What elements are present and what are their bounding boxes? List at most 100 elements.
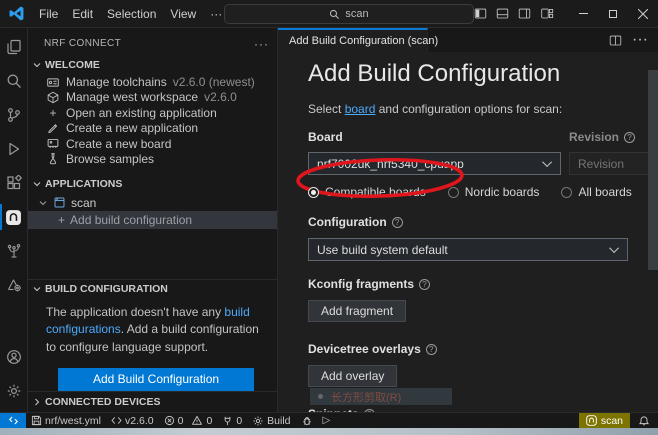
- application-scan[interactable]: scan: [28, 194, 277, 211]
- add-overlay-button[interactable]: Add overlay: [308, 365, 397, 387]
- title-bar: File Edit Selection View ··· ← → scan: [0, 0, 658, 28]
- help-icon[interactable]: [392, 217, 403, 228]
- menu-file[interactable]: File: [32, 4, 65, 24]
- board-icon: [46, 137, 60, 150]
- chevron-right-icon: [32, 397, 42, 407]
- welcome-open-existing-application[interactable]: + Open an existing application: [28, 105, 277, 120]
- board-filter-radios: Compatible boards Nordic boards All boar…: [308, 185, 658, 199]
- remote-indicator[interactable]: [0, 413, 26, 428]
- welcome-browse-samples[interactable]: Browse samples: [28, 151, 277, 166]
- toggle-secondary-sidebar-icon[interactable]: [518, 7, 531, 20]
- settings-gear-icon[interactable]: [0, 374, 28, 408]
- run-debug-icon[interactable]: [0, 132, 28, 166]
- accounts-icon[interactable]: [0, 340, 28, 374]
- menu-selection[interactable]: Selection: [100, 4, 163, 24]
- revision-label: Revision: [569, 130, 653, 144]
- serial-ports-item[interactable]: 0: [217, 413, 247, 428]
- notifications-bell[interactable]: [630, 415, 658, 427]
- add-fragment-button[interactable]: Add fragment: [308, 300, 406, 322]
- page-subtitle: Select board and configuration options f…: [308, 102, 658, 116]
- board-select-value: nrf7002dk_nrf5340_cpuapp: [317, 157, 464, 171]
- gear-icon: [252, 415, 264, 427]
- welcome-create-new-board[interactable]: Create a new board: [28, 136, 277, 151]
- add-build-configuration-row[interactable]: + Add build configuration: [28, 211, 277, 228]
- help-icon[interactable]: [419, 279, 430, 290]
- welcome-manage-west-workspace[interactable]: Manage west workspace v2.6.0: [28, 90, 277, 105]
- chevron-down-icon: [542, 157, 552, 167]
- help-icon[interactable]: [364, 409, 375, 413]
- snippets-label: Snippets: [308, 407, 658, 412]
- chevron-down-icon: [32, 284, 42, 294]
- chevron-down-icon: [32, 179, 42, 189]
- radio-all-boards[interactable]: All boards: [561, 185, 631, 199]
- desktop-edge-strip: [0, 428, 658, 435]
- package-icon: [46, 91, 60, 104]
- section-applications[interactable]: APPLICATIONS: [28, 175, 277, 194]
- section-connected-devices[interactable]: CONNECTED DEVICES: [28, 392, 277, 412]
- snipping-tool-overlay: 长方形剪取(R): [310, 388, 452, 405]
- radio-nordic-boards[interactable]: Nordic boards: [448, 185, 540, 199]
- welcome-create-new-application[interactable]: Create a new application: [28, 120, 277, 135]
- editor-area: Add Build Configuration (scan) ··· Add B…: [278, 28, 658, 412]
- section-welcome[interactable]: WELCOME: [28, 55, 277, 74]
- explorer-icon[interactable]: [0, 30, 28, 64]
- help-icon[interactable]: [426, 344, 437, 355]
- extensions-icon[interactable]: [0, 166, 28, 200]
- minimize-button[interactable]: [568, 0, 598, 28]
- error-icon: [164, 415, 175, 426]
- configuration-select[interactable]: Use build system default: [308, 238, 628, 261]
- editor-more-icon[interactable]: ···: [632, 31, 648, 49]
- vscode-logo-icon: [8, 5, 25, 22]
- west-manifest-item[interactable]: nrf/west.yml: [26, 413, 106, 428]
- vscode-window: File Edit Selection View ··· ← → scan: [0, 0, 658, 435]
- chevron-down-icon: [32, 60, 42, 70]
- application-icon: [53, 196, 66, 209]
- devicetree-overlays-label: Devicetree overlays: [308, 342, 658, 356]
- bell-icon: [638, 415, 650, 427]
- active-project-badge[interactable]: scan: [579, 413, 630, 428]
- command-search-input[interactable]: scan: [224, 4, 474, 24]
- maximize-button[interactable]: [598, 0, 628, 28]
- help-icon[interactable]: [624, 132, 635, 143]
- section-build-configuration[interactable]: BUILD CONFIGURATION: [28, 279, 277, 298]
- configuration-select-value: Use build system default: [317, 243, 448, 257]
- add-build-config-form: Add Build Configuration Select board and…: [278, 52, 658, 412]
- samples-icon: [46, 152, 60, 165]
- toggle-sidebar-icon[interactable]: [474, 7, 487, 20]
- build-config-description: The application doesn't have any build c…: [28, 298, 277, 358]
- activity-bar: [0, 28, 28, 412]
- debug-item[interactable]: [296, 413, 318, 428]
- nrf-connect-icon[interactable]: [0, 200, 28, 234]
- maximize-icon: [609, 10, 617, 18]
- revision-input[interactable]: [569, 152, 653, 175]
- nordic-logo-icon: [586, 415, 597, 426]
- add-build-configuration-button[interactable]: Add Build Configuration: [58, 368, 254, 391]
- source-control-icon[interactable]: [0, 98, 28, 132]
- radio-icon: [308, 187, 319, 198]
- remote-icon: [8, 415, 19, 426]
- sidebar-more-icon[interactable]: ···: [254, 37, 269, 51]
- radio-compatible-boards[interactable]: Compatible boards: [308, 185, 426, 199]
- configuration-label: Configuration: [308, 215, 658, 229]
- editor-tab-bar: Add Build Configuration (scan) ···: [278, 28, 658, 52]
- editor-scrollbar[interactable]: [648, 70, 658, 270]
- toolchain-version-item[interactable]: v2.6.0: [106, 413, 159, 428]
- play-icon: ▷: [323, 415, 331, 426]
- nrf-kconfig-icon[interactable]: [0, 234, 28, 268]
- menu-view[interactable]: View: [163, 4, 203, 24]
- board-link[interactable]: board: [345, 102, 376, 116]
- close-button[interactable]: [628, 0, 658, 28]
- nrf-devicetree-icon[interactable]: [0, 268, 28, 302]
- welcome-manage-toolchains[interactable]: Manage toolchains v2.6.0 (newest): [28, 74, 277, 89]
- customize-layout-icon[interactable]: [540, 7, 554, 20]
- build-item[interactable]: Build: [247, 413, 295, 428]
- run-item[interactable]: ▷: [318, 413, 336, 428]
- split-editor-icon[interactable]: [609, 34, 622, 47]
- new-application-icon: [46, 122, 60, 135]
- toggle-panel-icon[interactable]: [496, 7, 509, 20]
- problems-item[interactable]: 0 0: [159, 413, 218, 428]
- search-view-icon[interactable]: [0, 64, 28, 98]
- board-select[interactable]: nrf7002dk_nrf5340_cpuapp: [308, 152, 561, 175]
- menu-edit[interactable]: Edit: [65, 4, 100, 24]
- tab-add-build-configuration[interactable]: Add Build Configuration (scan): [278, 28, 428, 52]
